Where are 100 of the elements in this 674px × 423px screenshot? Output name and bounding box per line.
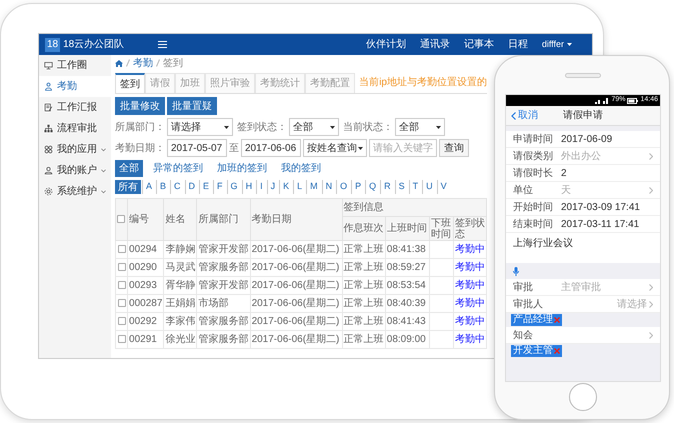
- letter-filter[interactable]: E: [199, 180, 212, 194]
- table-cell: 08:40:39: [386, 298, 426, 309]
- batch-button[interactable]: 批量置疑: [167, 97, 217, 115]
- home-icon[interactable]: [115, 60, 123, 66]
- tab[interactable]: 请假: [145, 73, 175, 93]
- select-field[interactable]: 请选择: [167, 118, 233, 136]
- breadcrumb-link[interactable]: 考勤: [133, 56, 153, 70]
- table-cell: 管家开发部: [198, 280, 248, 291]
- person-tag[interactable]: 开发主管: [511, 345, 562, 357]
- letter-filter[interactable]: R: [380, 180, 394, 194]
- checkbox[interactable]: [118, 263, 126, 272]
- checkbox[interactable]: [118, 245, 126, 254]
- form-row[interactable]: 单位 天: [506, 182, 660, 199]
- letter-filter[interactable]: N: [322, 180, 336, 194]
- tab[interactable]: 签到: [115, 73, 145, 93]
- column-header: 上班时间: [386, 223, 427, 234]
- letter-filter[interactable]: U: [422, 180, 436, 194]
- letter-filter[interactable]: Q: [365, 180, 380, 194]
- letter-filter[interactable]: V: [436, 180, 450, 194]
- letter-filter[interactable]: P: [351, 180, 364, 194]
- tab[interactable]: 照片审验: [205, 73, 255, 93]
- quick-filter[interactable]: 全部: [115, 160, 143, 177]
- filter-label: 所属部门：: [115, 120, 165, 134]
- column-header: 编号: [129, 214, 150, 225]
- checkbox[interactable]: [118, 299, 126, 308]
- chevron-right-icon: [649, 284, 653, 290]
- table-cell: 2017-06-06(星期二): [252, 244, 340, 255]
- remove-icon[interactable]: [554, 317, 560, 323]
- checkbox[interactable]: [118, 335, 126, 344]
- breadcrumb-link[interactable]: 签到: [163, 56, 183, 70]
- checkbox[interactable]: [118, 281, 126, 290]
- form-row: 申请时间 2017-06-09: [506, 131, 660, 148]
- sidebar-item[interactable]: 系统维护: [39, 181, 111, 202]
- caret-icon: [330, 126, 335, 128]
- sidebar-item[interactable]: 工作汇报: [39, 97, 111, 118]
- letter-filter[interactable]: D: [184, 180, 198, 194]
- query-button[interactable]: 查询: [439, 139, 469, 157]
- letter-filter[interactable]: T: [408, 180, 422, 194]
- sidebar-item[interactable]: 工作圈: [39, 55, 111, 76]
- date-field[interactable]: 2017-06-06: [241, 139, 301, 157]
- tab[interactable]: 加班: [175, 73, 205, 93]
- document-edit-icon: [44, 103, 53, 112]
- letter-filter[interactable]: I: [256, 180, 266, 194]
- letter-filter[interactable]: C: [170, 180, 184, 194]
- quick-filter[interactable]: 加班的签到: [213, 160, 271, 177]
- select-field[interactable]: 按姓名查询: [303, 139, 367, 157]
- letter-filter[interactable]: H: [242, 180, 256, 194]
- caret-icon: [224, 126, 229, 128]
- table-cell: 08:53:54: [386, 280, 426, 291]
- filter-label: 考勤日期：: [115, 142, 165, 156]
- letter-filter[interactable]: K: [279, 180, 292, 194]
- nav-link[interactable]: 伙伴计划: [366, 37, 406, 52]
- quick-filter[interactable]: 我的签到: [277, 160, 325, 177]
- back-button[interactable]: 取消: [506, 108, 538, 123]
- form-row[interactable]: 知会: [506, 327, 660, 344]
- letter-filter[interactable]: L: [293, 180, 306, 194]
- letter-filter[interactable]: M: [306, 180, 321, 194]
- sidebar-item[interactable]: 我的应用: [39, 139, 111, 160]
- letter-filter[interactable]: J: [266, 180, 278, 194]
- remove-icon[interactable]: [554, 348, 560, 354]
- letter-filter[interactable]: A: [142, 180, 156, 194]
- sidebar-item[interactable]: 流程审批: [39, 118, 111, 139]
- letter-filter[interactable]: F: [213, 180, 226, 194]
- letter-filter[interactable]: 所有: [115, 180, 141, 194]
- select-field[interactable]: 全部: [289, 118, 339, 136]
- select-field[interactable]: 全部: [395, 118, 445, 136]
- tab[interactable]: 考勤统计: [255, 73, 305, 93]
- user-icon: [44, 166, 53, 175]
- column-header: 下班时间: [430, 218, 451, 240]
- batch-button[interactable]: 批量修改: [115, 97, 165, 115]
- table-cell: 马灵武: [165, 262, 196, 273]
- nav-link[interactable]: 通讯录: [420, 37, 450, 52]
- table-cell: 徐光业: [165, 334, 196, 345]
- table-cell: 考勤中: [454, 298, 485, 309]
- nav-link[interactable]: 日程: [508, 37, 528, 52]
- tab[interactable]: 考勤配置: [305, 73, 355, 93]
- keyword-input[interactable]: 请输入关键字: [369, 139, 437, 157]
- checkbox[interactable]: [118, 317, 126, 326]
- quick-filter[interactable]: 异常的签到: [149, 160, 207, 177]
- home-button[interactable]: [569, 383, 597, 411]
- person-tag[interactable]: 产品经理: [511, 314, 562, 326]
- letter-filter[interactable]: B: [156, 180, 170, 194]
- sidebar-item[interactable]: 我的账户: [39, 160, 111, 181]
- table-cell: 考勤中: [454, 334, 485, 345]
- microphone-icon[interactable]: [513, 266, 519, 276]
- date-field[interactable]: 2017-05-07: [167, 139, 227, 157]
- nav-link[interactable]: 记事本: [464, 37, 494, 52]
- checkbox[interactable]: [117, 215, 125, 224]
- letter-filter[interactable]: O: [336, 180, 350, 194]
- form-row: 开始时间 2017-03-09 17:41: [506, 199, 660, 216]
- separator-icon: [126, 59, 130, 67]
- table-cell: 李静娴: [165, 244, 196, 255]
- user-menu[interactable]: difffer: [542, 38, 572, 52]
- letter-filter[interactable]: G: [226, 180, 241, 194]
- form-row[interactable]: 请假类别 外出办公: [506, 148, 660, 165]
- form-row[interactable]: 审批人 请选择: [506, 296, 660, 313]
- sidebar-item[interactable]: 考勤: [39, 76, 111, 97]
- separator-icon: [156, 59, 160, 67]
- letter-filter[interactable]: S: [394, 180, 408, 194]
- menu-icon[interactable]: [158, 41, 168, 48]
